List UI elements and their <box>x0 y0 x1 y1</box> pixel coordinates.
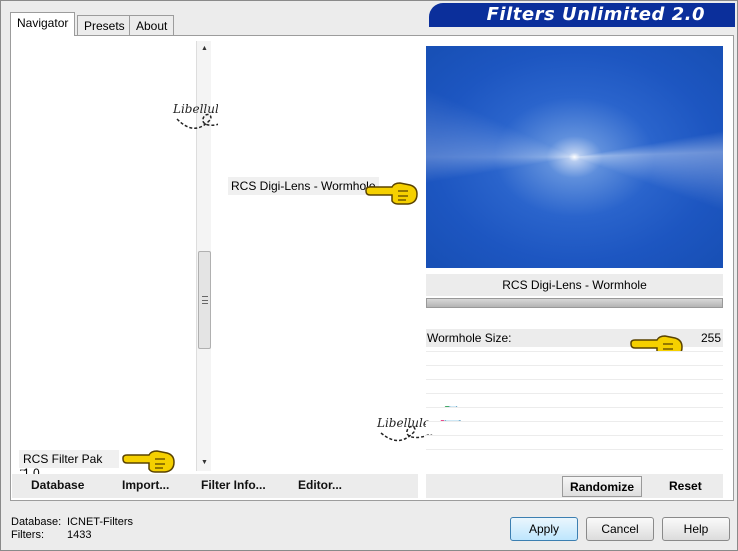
param-row-empty <box>426 421 723 434</box>
preview-filter-name: RCS Digi-Lens - Wormhole <box>426 274 723 296</box>
tab-presets[interactable]: Presets <box>77 15 132 35</box>
randomize-button[interactable]: Randomize <box>562 476 642 497</box>
tab-about[interactable]: About <box>129 15 175 35</box>
reset-button[interactable]: Reset <box>669 479 702 493</box>
param-row-empty <box>426 351 723 364</box>
app-title-banner: Filters Unlimited 2.0 <box>429 3 735 27</box>
preview-swirl-overlay <box>426 46 723 268</box>
filters-count: 1433 <box>67 529 92 541</box>
filters-label: Filters: <box>11 529 44 541</box>
app-title: Filters Unlimited 2.0 <box>486 4 705 25</box>
category-item-selected[interactable]: RCS Filter Pak 1.0 <box>19 450 119 480</box>
navigator-button-bar: Database Import... Filter Info... Editor… <box>12 474 418 498</box>
param-value[interactable]: 255 <box>701 331 721 345</box>
preview-progress-bar <box>426 298 723 308</box>
param-row-empty <box>426 379 723 392</box>
pointer-hand-icon <box>365 182 418 205</box>
scroll-down-arrow-icon[interactable]: ▼ <box>197 455 212 471</box>
svg-text:Libellule: Libellule <box>376 416 430 430</box>
pointer-hand-icon <box>122 450 175 473</box>
param-row-empty <box>426 435 723 448</box>
database-label: Database: <box>11 516 62 528</box>
database-status: Database: ICNET-Filters Filters: 1433 <box>11 516 133 542</box>
param-row-empty <box>426 365 723 378</box>
tab-navigator[interactable]: Navigator <box>10 12 76 36</box>
filter-item-selected[interactable]: RCS Digi-Lens - Wormhole <box>228 177 379 195</box>
param-label: Wormhole Size: <box>427 331 512 345</box>
import-button[interactable]: Import... <box>122 478 169 492</box>
param-row-empty <box>426 407 723 420</box>
scroll-thumb[interactable] <box>198 251 211 349</box>
database-button[interactable]: Database <box>31 478 84 492</box>
param-row-empty <box>426 449 723 462</box>
preview-button-bar: Randomize Reset <box>426 474 723 498</box>
apply-button[interactable]: Apply <box>510 517 578 541</box>
param-row-empty <box>426 393 723 406</box>
category-item-next[interactable]: Do... <box>19 467 49 471</box>
cancel-button[interactable]: Cancel <box>586 517 654 541</box>
help-button[interactable]: Help <box>662 517 730 541</box>
filters-unlimited-window: Filters Unlimited 2.0 Navigator Presets … <box>0 0 738 551</box>
database-value: ICNET-Filters <box>67 516 133 528</box>
scroll-up-arrow-icon[interactable]: ▲ <box>197 41 212 57</box>
filter-info-button[interactable]: Filter Info... <box>201 478 266 492</box>
editor-button[interactable]: Editor... <box>298 478 342 492</box>
